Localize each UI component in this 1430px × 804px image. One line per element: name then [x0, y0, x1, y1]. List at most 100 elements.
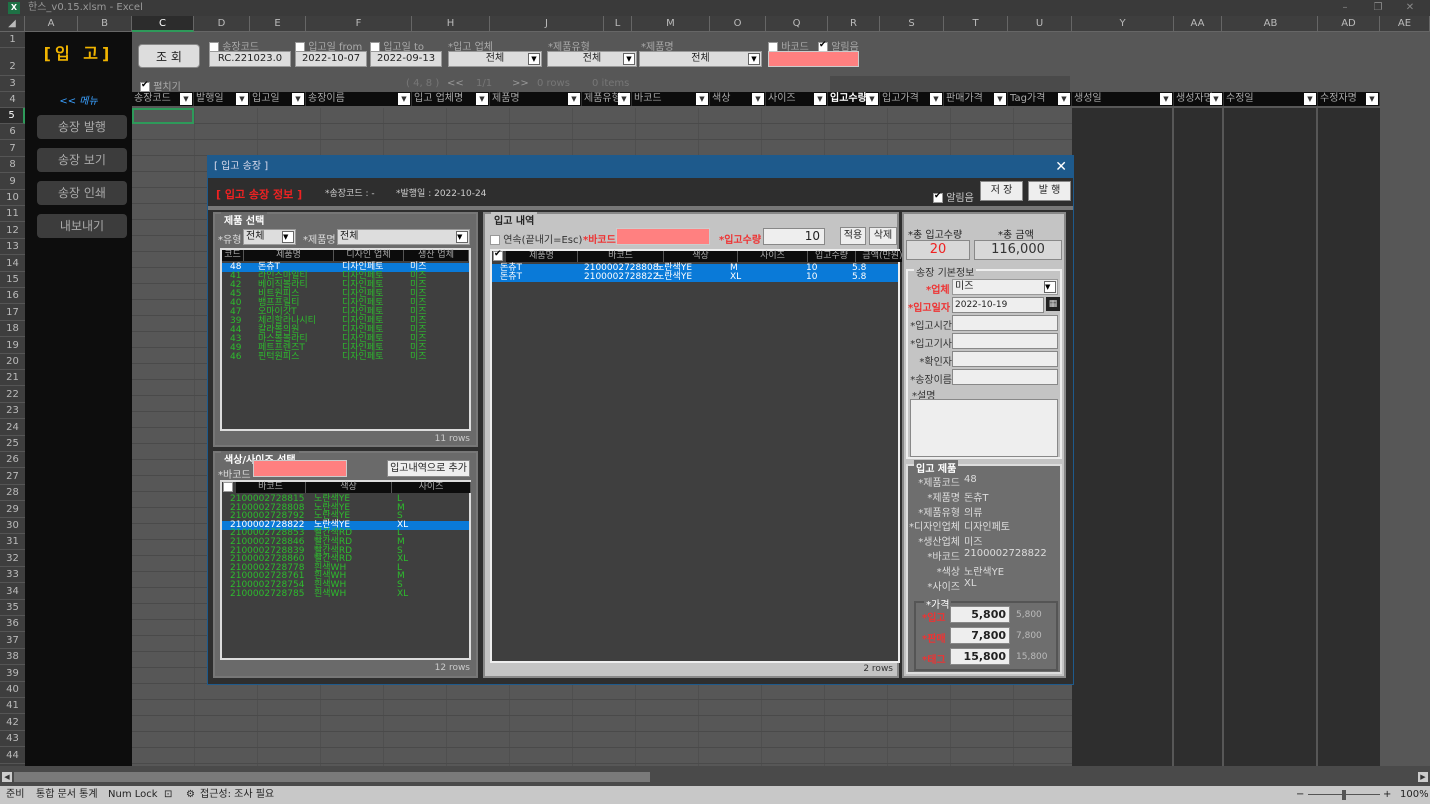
- row-header-12[interactable]: 12: [0, 223, 25, 239]
- column-header-h[interactable]: H: [412, 16, 490, 32]
- apply-button[interactable]: 적용: [840, 227, 866, 245]
- expand-checkbox[interactable]: [140, 80, 150, 92]
- row-header-5[interactable]: 5: [0, 108, 25, 124]
- row-header-21[interactable]: 21: [0, 370, 25, 387]
- row-header-29[interactable]: 29: [0, 502, 25, 518]
- calendar-icon[interactable]: ▦: [1046, 297, 1060, 311]
- zoom-in-icon[interactable]: +: [1383, 786, 1391, 804]
- chevron-down-icon[interactable]: ▼: [623, 53, 635, 65]
- column-header-e[interactable]: E: [250, 16, 306, 32]
- chevron-down-icon[interactable]: ▼: [528, 53, 540, 65]
- row-header-8[interactable]: 8: [0, 157, 25, 174]
- filter-dropdown-icon[interactable]: ▼: [618, 93, 630, 105]
- chevron-down-icon[interactable]: ▼: [1044, 281, 1056, 293]
- zoom-level[interactable]: 100%: [1400, 786, 1429, 804]
- filter-dropdown-icon[interactable]: ▼: [292, 93, 304, 105]
- row-header-16[interactable]: 16: [0, 288, 25, 305]
- row-header-37[interactable]: 37: [0, 633, 25, 649]
- filter-dropdown-icon[interactable]: ▼: [994, 93, 1006, 105]
- print-invoice-button[interactable]: 송장 인쇄: [37, 181, 127, 205]
- accessibility-status[interactable]: 접근성: 조사 필요: [200, 786, 274, 804]
- date-to-input[interactable]: 2022-09-13: [370, 51, 442, 67]
- row-header-42[interactable]: 42: [0, 715, 25, 731]
- bi-date-input[interactable]: 2022-10-19: [952, 297, 1044, 313]
- column-header-t[interactable]: T: [944, 16, 1008, 32]
- column-header-q[interactable]: Q: [766, 16, 828, 32]
- bi-time-input[interactable]: [952, 315, 1058, 331]
- date-from-input[interactable]: 2022-10-07: [295, 51, 367, 67]
- export-button[interactable]: 내보내기: [37, 214, 127, 238]
- row-header-43[interactable]: 43: [0, 731, 25, 748]
- filter-dropdown-icon[interactable]: ▼: [696, 93, 708, 105]
- filter-dropdown-icon[interactable]: ▼: [236, 93, 248, 105]
- row-header-34[interactable]: 34: [0, 584, 25, 600]
- row-header-14[interactable]: 14: [0, 256, 25, 272]
- color-size-row[interactable]: 2100002728785 흰색WH XL: [222, 589, 469, 599]
- column-header-a[interactable]: A: [25, 16, 78, 32]
- price-input[interactable]: 5,800: [950, 606, 1010, 623]
- filter-dropdown-icon[interactable]: ▼: [1366, 93, 1378, 105]
- close-window-icon[interactable]: ✕: [1400, 0, 1420, 16]
- next-page-button[interactable]: >>: [512, 78, 529, 89]
- column-header-s[interactable]: S: [880, 16, 944, 32]
- horizontal-scrollbar[interactable]: ◀ ▶: [0, 768, 1430, 786]
- row-header-18[interactable]: 18: [0, 321, 25, 338]
- column-header-c[interactable]: C: [132, 16, 194, 32]
- invoice-code-input[interactable]: RC.221023.0: [209, 51, 291, 67]
- column-header-ad[interactable]: AD: [1318, 16, 1380, 32]
- cs-barcode-input[interactable]: [253, 460, 347, 477]
- column-header-d[interactable]: D: [194, 16, 250, 32]
- column-header-ab[interactable]: AB: [1224, 16, 1318, 32]
- vendor-dropdown[interactable]: 전체 ▼: [448, 51, 542, 67]
- row-header-11[interactable]: 11: [0, 206, 25, 223]
- row-header-25[interactable]: 25: [0, 436, 25, 452]
- filter-dropdown-icon[interactable]: ▼: [1304, 93, 1316, 105]
- column-header-y[interactable]: Y: [1072, 16, 1174, 32]
- restore-icon[interactable]: ❐: [1368, 0, 1388, 16]
- row-header-2[interactable]: 2: [0, 48, 25, 76]
- filter-dropdown-icon[interactable]: ▼: [752, 93, 764, 105]
- active-cell-c5[interactable]: [132, 108, 194, 124]
- workbook-stats[interactable]: 통합 문서 통계: [36, 786, 98, 804]
- menu-link[interactable]: << 메뉴: [25, 92, 132, 107]
- scroll-thumb[interactable]: [14, 772, 650, 782]
- close-icon[interactable]: ✕: [1055, 156, 1067, 178]
- row-header-38[interactable]: 38: [0, 649, 25, 666]
- save-button[interactable]: 저 장: [980, 181, 1023, 201]
- product-list[interactable]: 코드 제품명 디자인 업체 생산 업체 48 돈츄T 디자인페토 미즈 41 라인스마일티 디자인페…: [220, 248, 471, 431]
- product-row[interactable]: 46 핀턱원피스 디자인페토 미즈: [222, 353, 469, 362]
- issue-button[interactable]: 발 행: [1028, 181, 1071, 201]
- row-header-4[interactable]: 4: [0, 92, 25, 108]
- delete-button[interactable]: 삭제: [869, 227, 897, 245]
- filter-dropdown-icon[interactable]: ▼: [476, 93, 488, 105]
- filter-dropdown-icon[interactable]: ▼: [398, 93, 410, 105]
- column-header-j[interactable]: J: [490, 16, 604, 32]
- column-header-u[interactable]: U: [1008, 16, 1072, 32]
- select-all-checkbox[interactable]: [493, 249, 503, 261]
- chevron-down-icon[interactable]: ▼: [748, 53, 760, 65]
- row-header-44[interactable]: 44: [0, 748, 25, 764]
- scroll-left-icon[interactable]: ◀: [2, 772, 12, 782]
- scroll-right-icon[interactable]: ▶: [1418, 772, 1428, 782]
- type-dropdown[interactable]: 전체 ▼: [243, 229, 296, 245]
- macro-record-icon[interactable]: ⊡: [164, 786, 172, 804]
- row-header-39[interactable]: 39: [0, 666, 25, 682]
- column-header-b[interactable]: B: [78, 16, 132, 32]
- row-header-26[interactable]: 26: [0, 452, 25, 469]
- add-to-receipt-button[interactable]: 입고내역으로 추가: [387, 460, 470, 477]
- query-button[interactable]: 조 회: [138, 44, 200, 68]
- view-invoice-button[interactable]: 송장 보기: [37, 148, 127, 172]
- row-header-20[interactable]: 20: [0, 354, 25, 370]
- bi-desc-textarea[interactable]: [910, 399, 1058, 457]
- receipt-row[interactable]: 돈츄T 2100002728808 노란색YE M 10 5.8: [492, 264, 898, 273]
- column-header-f[interactable]: F: [306, 16, 412, 32]
- row-header-7[interactable]: 7: [0, 141, 25, 157]
- column-header-r[interactable]: R: [828, 16, 880, 32]
- zoom-slider-thumb[interactable]: [1342, 790, 1346, 800]
- row-header-28[interactable]: 28: [0, 485, 25, 502]
- receipt-qty-input[interactable]: 10: [763, 228, 825, 245]
- row-header-30[interactable]: 30: [0, 518, 25, 534]
- bi-checker-input[interactable]: [952, 351, 1058, 367]
- continuous-checkbox[interactable]: [490, 235, 500, 245]
- zoom-out-icon[interactable]: −: [1296, 786, 1304, 804]
